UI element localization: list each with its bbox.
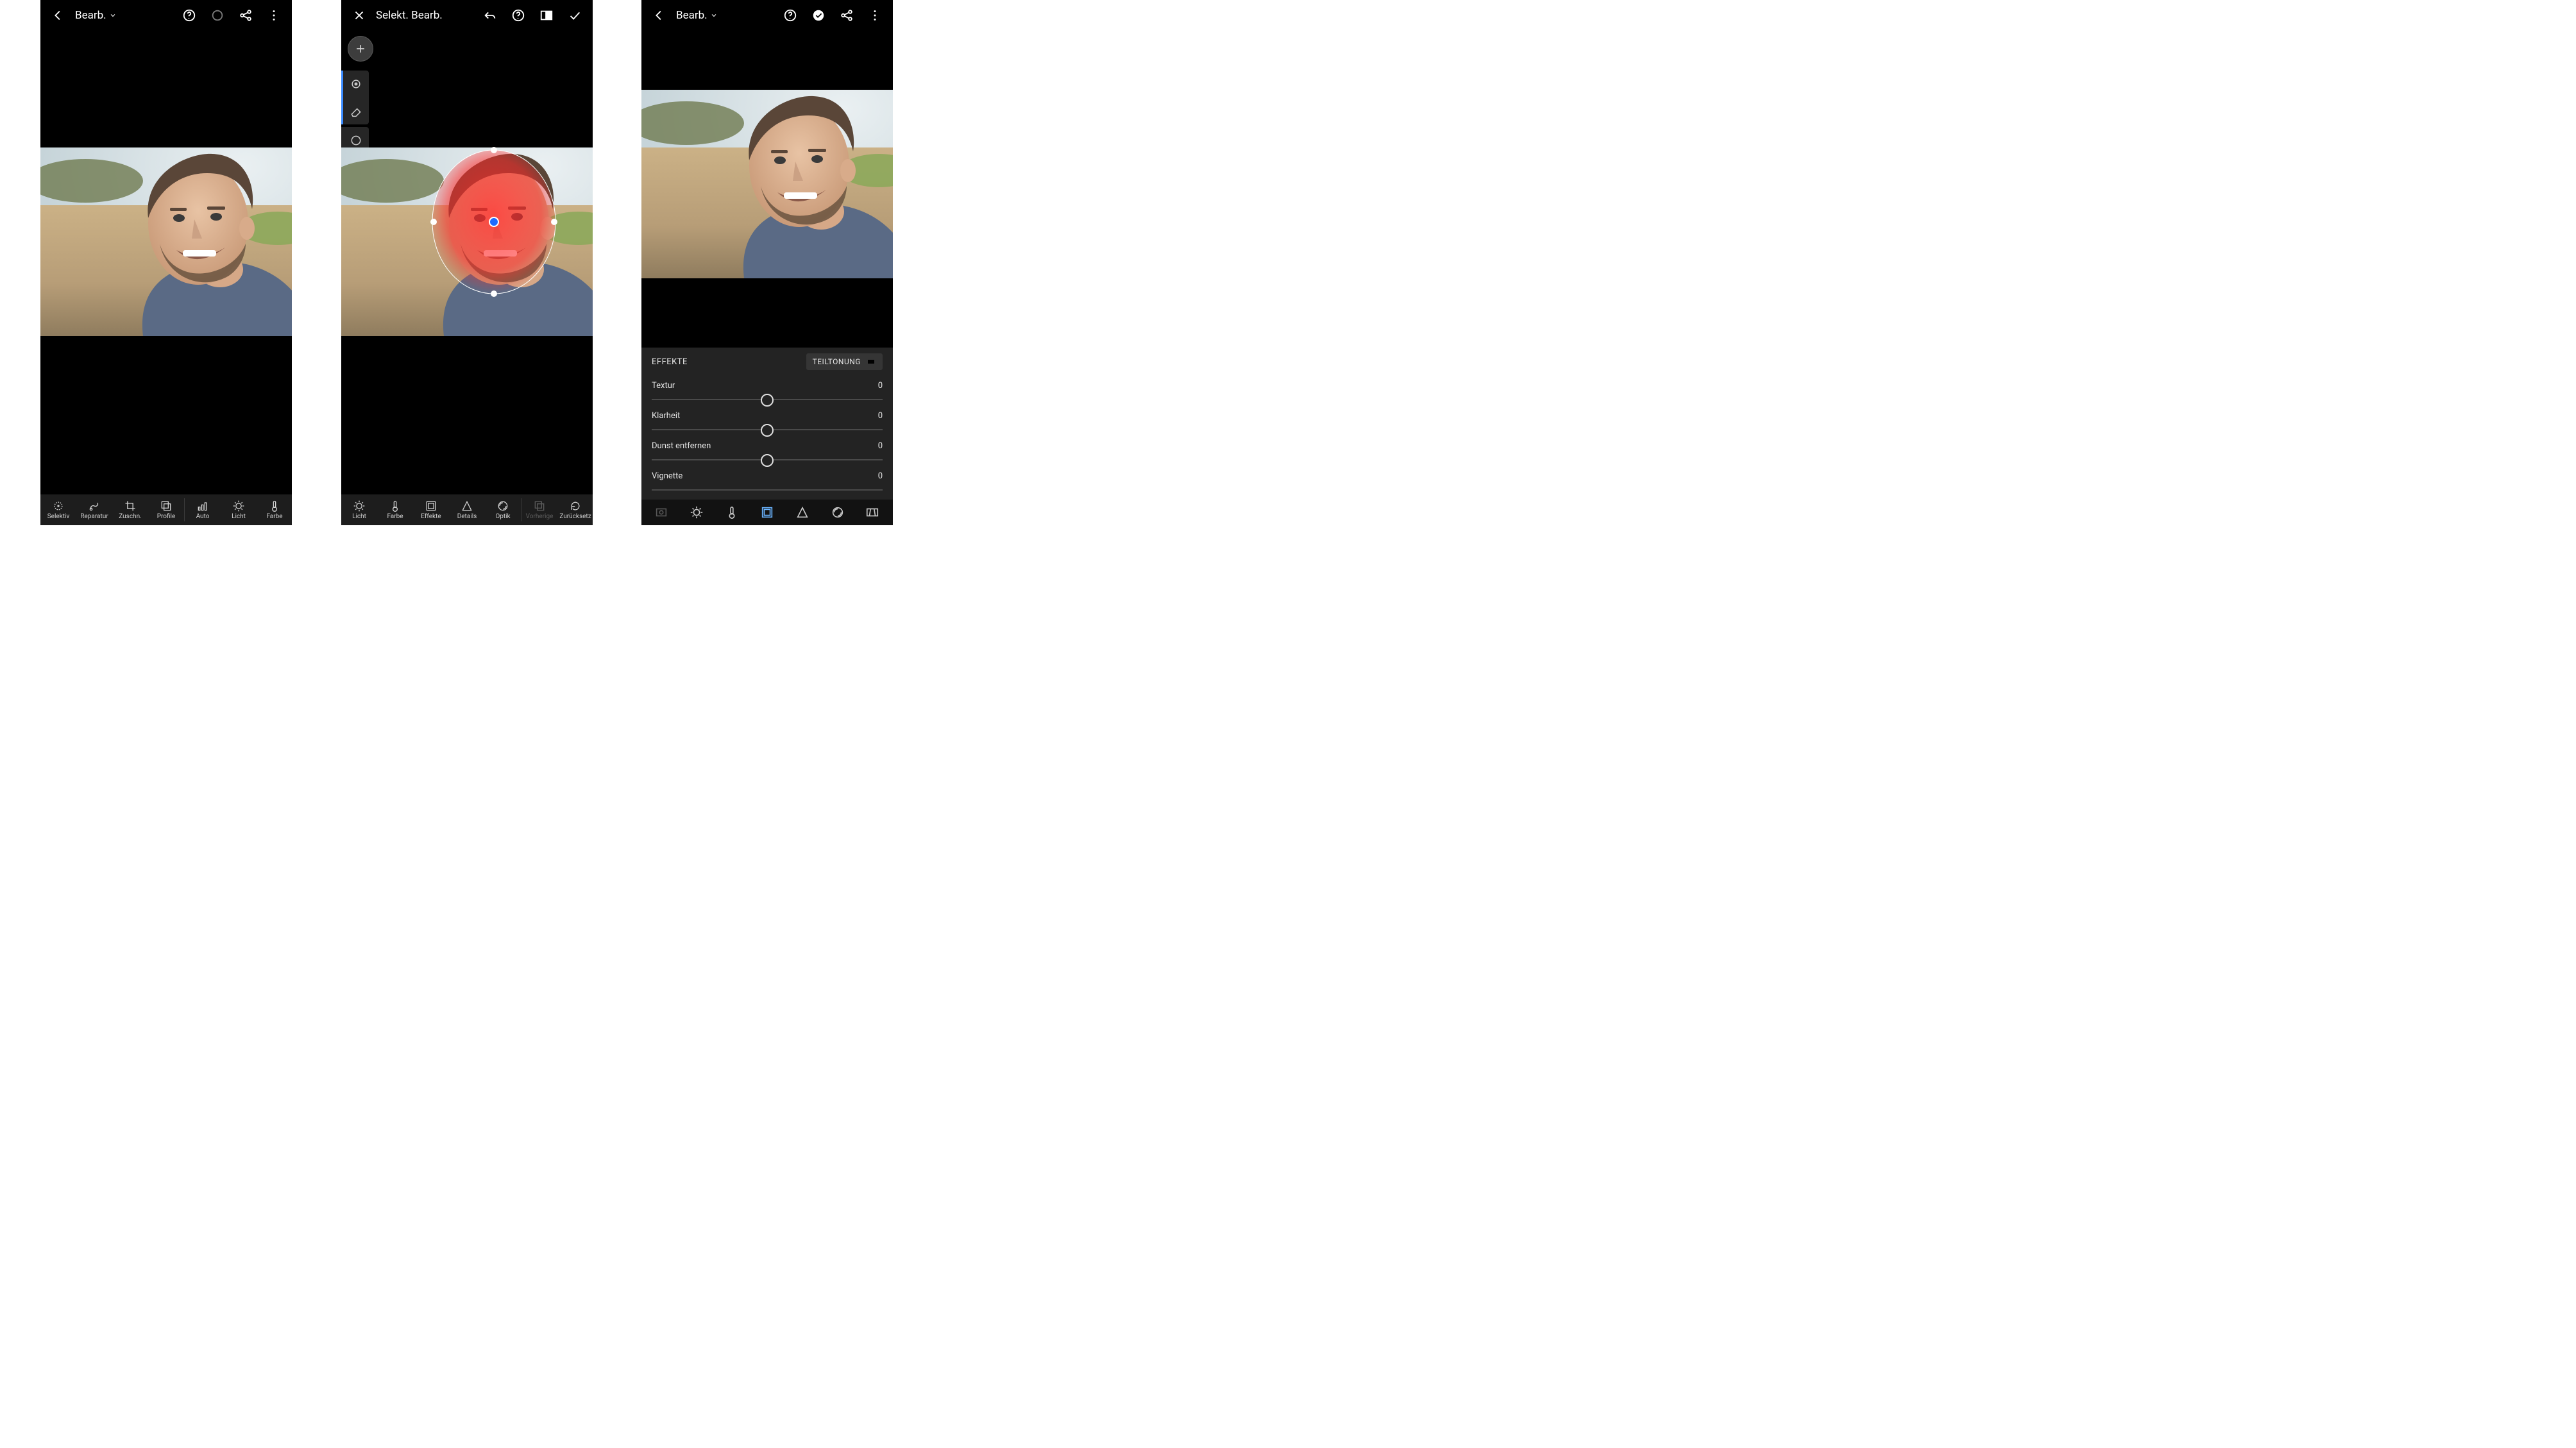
tool-previous: Vorherige — [521, 494, 557, 525]
bottom-toolbar: Selektiv Reparatur Zuschn. Profile Auto … — [40, 494, 292, 525]
effects-panel: EFFEKTE TEILTONUNG Textur0 Klarheit0 Dun… — [641, 348, 893, 500]
chevron-down-icon — [710, 12, 718, 19]
slider-value: 0 — [878, 471, 883, 481]
tab-details[interactable] — [788, 500, 817, 525]
tool-optics[interactable]: Optik — [485, 494, 521, 525]
tool-color[interactable]: Farbe — [257, 494, 292, 525]
tool-selective[interactable]: Selektiv — [40, 494, 76, 525]
help-button[interactable] — [507, 4, 530, 27]
share-button[interactable] — [234, 4, 257, 27]
slider-value: 0 — [878, 441, 883, 451]
slider-vignette: Vignette0 — [641, 466, 893, 496]
chevron-down-icon — [109, 12, 117, 19]
sync-done-icon[interactable] — [807, 4, 830, 27]
help-button[interactable] — [779, 4, 802, 27]
share-button[interactable] — [835, 4, 858, 27]
tab-presets[interactable] — [647, 500, 675, 525]
panel-title: EFFEKTE — [652, 357, 688, 367]
slider-knob[interactable] — [761, 454, 774, 467]
brush-tool[interactable] — [343, 71, 369, 97]
cloud-status-icon[interactable] — [206, 4, 229, 27]
close-button[interactable] — [348, 4, 371, 27]
tool-reset[interactable]: Zurücksetz — [557, 494, 593, 525]
tab-geometry[interactable] — [858, 500, 886, 525]
screen-title[interactable]: Bearb. — [75, 9, 117, 22]
eraser-tool[interactable] — [343, 97, 369, 124]
help-button[interactable] — [178, 4, 201, 27]
undo-button[interactable] — [479, 4, 502, 27]
slider-dehaze: Dunst entfernen0 — [641, 436, 893, 466]
bottom-toolbar: Licht Farbe Effekte Details Optik Vorher… — [341, 494, 593, 525]
add-selection-button[interactable] — [348, 36, 373, 62]
tab-optics[interactable] — [824, 500, 852, 525]
header: Bearb. — [641, 0, 893, 31]
tool-auto[interactable]: Auto — [185, 494, 221, 525]
tool-light[interactable]: Licht — [221, 494, 257, 525]
more-button[interactable] — [863, 4, 886, 27]
compare-button[interactable] — [535, 4, 558, 27]
tool-profiles[interactable]: Profile — [148, 494, 184, 525]
screen-title: Selekt. Bearb. — [376, 9, 443, 22]
screen-selective-edit: Selekt. Bearb. Licht Farbe — [341, 0, 593, 525]
slider-knob[interactable] — [761, 424, 774, 437]
back-button[interactable] — [648, 4, 671, 27]
tool-details[interactable]: Details — [449, 494, 485, 525]
slider-track[interactable] — [652, 453, 883, 466]
slider-value: 0 — [878, 411, 883, 421]
slider-clarity: Klarheit0 — [641, 406, 893, 436]
tool-crop[interactable]: Zuschn. — [112, 494, 148, 525]
slider-track[interactable] — [652, 423, 883, 436]
tool-color[interactable]: Farbe — [377, 494, 413, 525]
tool-effects[interactable]: Effekte — [413, 494, 449, 525]
slider-track[interactable] — [652, 484, 883, 496]
split-toning-button[interactable]: TEILTONUNG — [806, 353, 883, 370]
slider-texture: Textur0 — [641, 376, 893, 406]
confirm-button[interactable] — [563, 4, 586, 27]
bottom-icon-row — [641, 500, 893, 525]
slider-knob[interactable] — [761, 394, 774, 407]
title-text: Bearb. — [75, 9, 106, 22]
more-button[interactable] — [262, 4, 285, 27]
photo-canvas[interactable] — [40, 147, 292, 336]
back-button[interactable] — [47, 4, 70, 27]
tab-color[interactable] — [718, 500, 746, 525]
tab-light[interactable] — [682, 500, 711, 525]
screen-title[interactable]: Bearb. — [676, 9, 718, 22]
split-toning-icon — [866, 358, 876, 366]
header: Bearb. — [40, 0, 292, 31]
tab-effects[interactable] — [753, 500, 781, 525]
screen-effects-panel: Bearb. EFFEKTE TEILTONUNG Textur0 Klarhe… — [641, 0, 893, 525]
selective-tool-strip — [341, 71, 369, 124]
photo-canvas[interactable] — [341, 147, 593, 336]
slider-value: 0 — [878, 381, 883, 391]
slider-track[interactable] — [652, 393, 883, 406]
screen-edit-main: Bearb. Selektiv Reparatur Zuschn. Profil… — [40, 0, 292, 525]
header: Selekt. Bearb. — [341, 0, 593, 31]
photo-canvas[interactable] — [641, 90, 893, 278]
tool-light[interactable]: Licht — [341, 494, 377, 525]
tool-repair[interactable]: Reparatur — [76, 494, 112, 525]
